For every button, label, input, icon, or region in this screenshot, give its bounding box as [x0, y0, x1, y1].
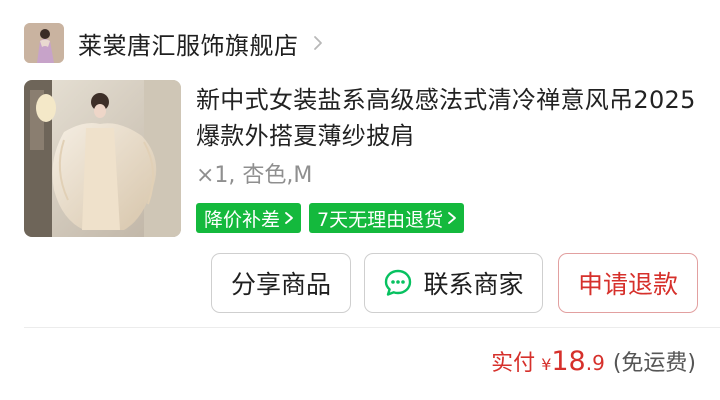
request-refund-label: 申请退款	[577, 270, 678, 299]
service-tags: 降价补差 7天无理由退货	[196, 203, 465, 233]
payment-summary: 实付 ¥ 18 .9 (免运费)	[491, 345, 696, 377]
share-product-button[interactable]: 分享商品	[211, 253, 351, 313]
chevron-right-icon	[313, 36, 322, 50]
product-image[interactable]	[24, 80, 181, 237]
store-avatar	[24, 23, 64, 63]
product-title[interactable]: 新中式女装盐系高级感法式清冷禅意风吊2025爆款外搭夏薄纱披肩	[196, 82, 702, 154]
chat-bubble-icon	[385, 269, 412, 296]
chevron-right-icon	[285, 212, 293, 224]
divider	[24, 327, 720, 328]
return-policy-tag[interactable]: 7天无理由退货	[309, 203, 465, 233]
store-name: 莱裳唐汇服饰旗舰店	[78, 31, 299, 60]
store-header[interactable]: 莱裳唐汇服饰旗舰店	[24, 22, 327, 64]
share-product-label: 分享商品	[230, 270, 331, 299]
contact-seller-button[interactable]: 联系商家	[364, 253, 543, 313]
currency-symbol: ¥	[541, 355, 552, 374]
price-protection-tag[interactable]: 降价补差	[196, 203, 302, 233]
chevron-right-icon	[448, 212, 457, 224]
shipping-note: (免运费)	[612, 351, 696, 376]
paid-amount-decimal: .9	[585, 351, 605, 375]
paid-amount-integer: 18	[551, 346, 586, 377]
product-spec: ×1, 杏色,M	[196, 163, 313, 188]
paid-label: 实付	[491, 351, 536, 376]
tag-label: 7天无理由退货	[317, 208, 444, 231]
tag-label: 降价补差	[204, 208, 281, 231]
contact-seller-label: 联系商家	[423, 270, 524, 299]
request-refund-button[interactable]: 申请退款	[558, 253, 698, 313]
